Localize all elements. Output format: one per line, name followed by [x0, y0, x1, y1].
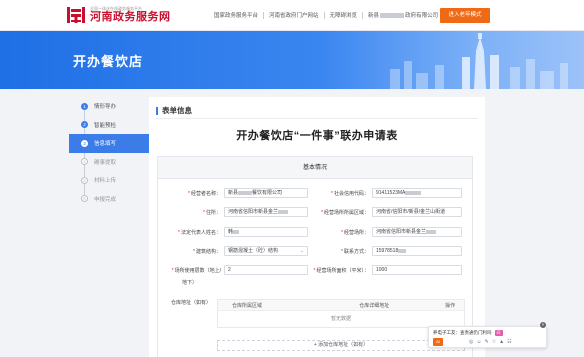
form-panel: 表单信息 开办餐饮店“一件事”联办申请表 基本情况 *经营者名称： 新县 餐饮有限… [149, 97, 485, 357]
form-row-company: *经营者名称： 新县 餐饮有限公司 [158, 188, 308, 198]
redacted-text [278, 209, 289, 214]
step-confirm[interactable]: 4 确事提取 [69, 153, 149, 172]
step-number-badge: 5 [81, 176, 88, 184]
step-label: 确事提取 [94, 159, 117, 166]
address-label: *住所： [203, 209, 221, 216]
step-label: 材料上传 [94, 178, 117, 185]
city-skyline-illustration [390, 33, 568, 89]
step-navigation: 1 情形导办 2 智能预检 3 信息填写 4 确事提取 5 材料上传 6 申报完… [69, 97, 149, 208]
top-header: 全国一体化在线政务服务平台 河南政务服务网 国家政务服务平台 河南省政府门户网站… [0, 0, 584, 31]
address-input[interactable]: 河南省信阳市新县金兰 [224, 207, 308, 217]
step-number-badge: 4 [81, 158, 88, 166]
phone-input[interactable]: 15978518 [372, 246, 462, 256]
credit-code-label: *社会信用代码： [331, 190, 369, 197]
floors-input[interactable]: 2 [224, 265, 308, 275]
structure-label: *建筑结构： [193, 248, 221, 255]
redacted-text [233, 229, 240, 234]
form-row-credit-code: *社会信用代码： 91411523MA [310, 188, 462, 198]
column-header: 仓库所属区域 [232, 302, 263, 309]
floors-label-continued: 地下） [182, 280, 198, 286]
phone-label: *联系方式： [341, 248, 369, 255]
redacted-text [405, 190, 422, 195]
step-number-badge: 3 [81, 139, 88, 147]
star-icon[interactable]: ☆ [492, 339, 496, 345]
area-label: *经营场所面积（平米）： [313, 267, 369, 274]
step-number-badge: 6 [81, 195, 88, 203]
menu-icon[interactable]: ☷ [507, 339, 511, 345]
warehouse-label: 仓库地址（如有） [171, 300, 212, 306]
step-label: 申报完成 [94, 196, 117, 203]
step-guide[interactable]: 1 情形导办 [69, 97, 149, 116]
assistant-widget[interactable]: 养电子工友：查责通仍门利吗 问 AI ◎ ☺ ✎ ☆ ▲ ☷ [428, 326, 547, 348]
form-row-structure: *建筑结构： 钢筋混凝土（砼）结构 ⌄ [158, 246, 308, 256]
biz-area-select[interactable]: 河南省/信阳市/新县/金兰山街道 [372, 207, 462, 217]
form-row-legal-rep: *法定代表人姓名： 韩 [158, 227, 308, 237]
close-icon[interactable]: × [540, 322, 546, 328]
ai-badge-icon: AI [433, 338, 443, 346]
form-row-area: *经营场所面积（平米）： 1000 [310, 265, 462, 275]
step-upload[interactable]: 5 材料上传 [69, 171, 149, 190]
warehouse-table: 仓库所属区域 仓库详细地址 操作 暂无数据 [217, 299, 465, 328]
site-logo[interactable]: 全国一体化在线政务服务平台 河南政务服务网 [66, 5, 171, 25]
form-row-floors: *场所使用层数（地上/ 2 [158, 265, 308, 275]
floors-label: *场所使用层数（地上/ [171, 267, 221, 274]
step-complete[interactable]: 6 申报完成 [69, 190, 149, 209]
logo-emblem-icon [66, 5, 86, 25]
table-empty-state: 暂无数据 [218, 310, 464, 327]
company-name-label: *经营者名称： [188, 190, 221, 197]
form-row-phone: *联系方式： 15978518 [310, 246, 462, 256]
area-input[interactable]: 1000 [372, 265, 462, 275]
biz-area-label: *经营场所所属区域： [321, 209, 369, 216]
step-fill-info[interactable]: 3 信息填写 [69, 134, 149, 153]
assistant-tag: 问 [494, 330, 503, 336]
link-national-platform[interactable]: 国家政务服务平台 [214, 11, 258, 19]
redacted-text [380, 13, 405, 19]
heading-accent-bar [156, 106, 158, 115]
logo-title: 河南政务服务网 [90, 11, 171, 23]
link-accessibility[interactable]: 无障碍浏览 [330, 11, 358, 19]
assistant-toolbar: ◎ ☺ ✎ ☆ ▲ ☷ [469, 339, 512, 345]
step-precheck[interactable]: 2 智能预检 [69, 116, 149, 135]
step-label: 智能预检 [94, 122, 117, 129]
step-label: 信息填写 [94, 141, 117, 148]
up-icon[interactable]: ▲ [499, 339, 504, 345]
biz-place-input[interactable]: 河南省信阳市新县金兰 [372, 227, 462, 237]
edit-icon[interactable]: ✎ [484, 339, 488, 345]
biz-place-label: *经营场所： [341, 229, 369, 236]
redacted-text [398, 248, 407, 253]
emoji-icon[interactable]: ☺ [476, 339, 481, 345]
elder-mode-button[interactable]: 进入老年模式 [440, 8, 490, 23]
panel-heading: 表单信息 [156, 105, 192, 116]
assistant-title: 养电子工友：查责通仍门利吗 问 [433, 330, 503, 336]
structure-select[interactable]: 钢筋混凝土（砼）结构 ⌄ [224, 246, 308, 256]
redacted-text [426, 229, 437, 234]
location-icon[interactable]: ◎ [469, 339, 473, 345]
legal-rep-input[interactable]: 韩 [224, 227, 308, 237]
column-header: 操作 [445, 302, 456, 309]
page-banner: 开办餐饮店 [0, 31, 584, 89]
chevron-down-icon: ⌄ [299, 248, 304, 254]
column-header: 仓库详细地址 [359, 302, 390, 309]
legal-rep-label: *法定代表人姓名： [178, 229, 221, 236]
document-title: 开办餐饮店“一件事”联办申请表 [236, 130, 398, 142]
credit-code-input[interactable]: 91411523MA [372, 188, 462, 198]
user-account[interactable]: 新县 政府有限公司 [368, 11, 438, 19]
section-heading: 基本情况 [158, 157, 472, 179]
form-row-biz-place: *经营场所： 河南省信阳市新县金兰 [310, 227, 462, 237]
divider [156, 118, 478, 119]
top-links: 国家政务服务平台 河南省政府门户网站 无障碍浏览 新县 政府有限公司 [214, 11, 438, 19]
step-number-badge: 2 [81, 121, 88, 129]
step-label: 情形导办 [94, 104, 117, 111]
company-name-input[interactable]: 新县 餐饮有限公司 [224, 188, 308, 198]
link-henan-portal[interactable]: 河南省政府门户网站 [269, 11, 319, 19]
table-header: 仓库所属区域 仓库详细地址 操作 [218, 300, 464, 310]
redacted-text [238, 190, 253, 195]
form-row-address: *住所： 河南省信阳市新县金兰 [158, 207, 308, 217]
form-row-biz-area: *经营场所所属区域： 河南省/信阳市/新县/金兰山街道 [310, 207, 462, 217]
step-number-badge: 1 [81, 102, 88, 110]
page-title: 开办餐饮店 [73, 54, 144, 69]
